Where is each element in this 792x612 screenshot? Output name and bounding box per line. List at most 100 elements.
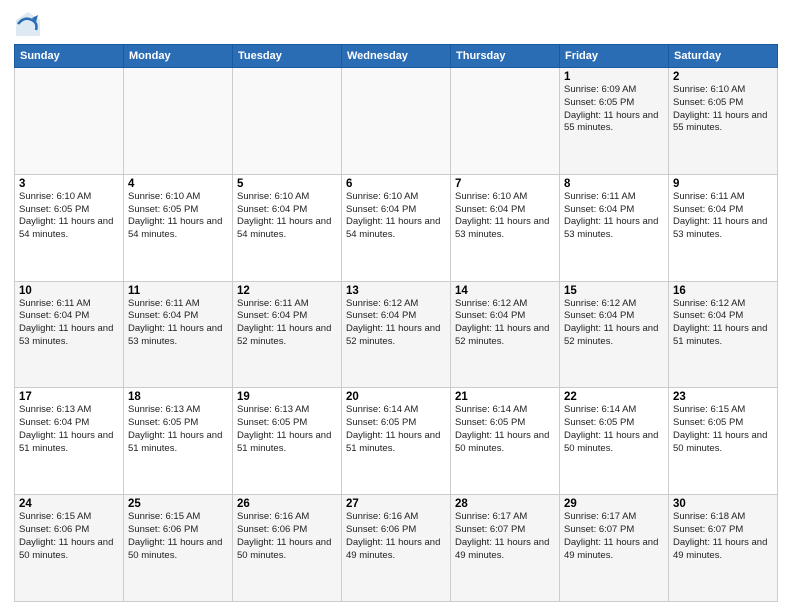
day-cell: 17Sunrise: 6:13 AM Sunset: 6:04 PM Dayli… xyxy=(15,388,124,495)
day-cell: 19Sunrise: 6:13 AM Sunset: 6:05 PM Dayli… xyxy=(233,388,342,495)
day-number: 9 xyxy=(673,178,773,190)
calendar-table: SundayMondayTuesdayWednesdayThursdayFrid… xyxy=(14,44,778,602)
week-row-4: 24Sunrise: 6:15 AM Sunset: 6:06 PM Dayli… xyxy=(15,495,778,602)
day-number: 12 xyxy=(237,285,337,297)
day-cell xyxy=(15,68,124,175)
day-number: 6 xyxy=(346,178,446,190)
day-info: Sunrise: 6:16 AM Sunset: 6:06 PM Dayligh… xyxy=(237,511,337,562)
day-cell: 3Sunrise: 6:10 AM Sunset: 6:05 PM Daylig… xyxy=(15,174,124,281)
day-info: Sunrise: 6:13 AM Sunset: 6:04 PM Dayligh… xyxy=(19,404,119,455)
day-cell: 7Sunrise: 6:10 AM Sunset: 6:04 PM Daylig… xyxy=(451,174,560,281)
day-info: Sunrise: 6:18 AM Sunset: 6:07 PM Dayligh… xyxy=(673,511,773,562)
day-info: Sunrise: 6:11 AM Sunset: 6:04 PM Dayligh… xyxy=(564,191,664,242)
day-cell: 21Sunrise: 6:14 AM Sunset: 6:05 PM Dayli… xyxy=(451,388,560,495)
day-number: 22 xyxy=(564,391,664,403)
day-number: 13 xyxy=(346,285,446,297)
day-info: Sunrise: 6:12 AM Sunset: 6:04 PM Dayligh… xyxy=(564,298,664,349)
day-cell: 16Sunrise: 6:12 AM Sunset: 6:04 PM Dayli… xyxy=(669,281,778,388)
day-number: 7 xyxy=(455,178,555,190)
day-number: 19 xyxy=(237,391,337,403)
day-cell: 2Sunrise: 6:10 AM Sunset: 6:05 PM Daylig… xyxy=(669,68,778,175)
day-cell: 27Sunrise: 6:16 AM Sunset: 6:06 PM Dayli… xyxy=(342,495,451,602)
week-row-0: 1Sunrise: 6:09 AM Sunset: 6:05 PM Daylig… xyxy=(15,68,778,175)
day-info: Sunrise: 6:12 AM Sunset: 6:04 PM Dayligh… xyxy=(455,298,555,349)
day-cell: 12Sunrise: 6:11 AM Sunset: 6:04 PM Dayli… xyxy=(233,281,342,388)
day-number: 14 xyxy=(455,285,555,297)
day-info: Sunrise: 6:14 AM Sunset: 6:05 PM Dayligh… xyxy=(564,404,664,455)
day-cell: 8Sunrise: 6:11 AM Sunset: 6:04 PM Daylig… xyxy=(560,174,669,281)
day-info: Sunrise: 6:11 AM Sunset: 6:04 PM Dayligh… xyxy=(19,298,119,349)
day-number: 21 xyxy=(455,391,555,403)
col-header-friday: Friday xyxy=(560,45,669,68)
calendar-header: SundayMondayTuesdayWednesdayThursdayFrid… xyxy=(15,45,778,68)
day-number: 24 xyxy=(19,498,119,510)
day-cell: 25Sunrise: 6:15 AM Sunset: 6:06 PM Dayli… xyxy=(124,495,233,602)
day-number: 15 xyxy=(564,285,664,297)
day-cell xyxy=(124,68,233,175)
day-info: Sunrise: 6:10 AM Sunset: 6:04 PM Dayligh… xyxy=(237,191,337,242)
day-info: Sunrise: 6:10 AM Sunset: 6:05 PM Dayligh… xyxy=(128,191,228,242)
day-cell: 29Sunrise: 6:17 AM Sunset: 6:07 PM Dayli… xyxy=(560,495,669,602)
col-header-monday: Monday xyxy=(124,45,233,68)
day-cell: 18Sunrise: 6:13 AM Sunset: 6:05 PM Dayli… xyxy=(124,388,233,495)
day-number: 28 xyxy=(455,498,555,510)
week-row-1: 3Sunrise: 6:10 AM Sunset: 6:05 PM Daylig… xyxy=(15,174,778,281)
day-number: 26 xyxy=(237,498,337,510)
day-info: Sunrise: 6:14 AM Sunset: 6:05 PM Dayligh… xyxy=(346,404,446,455)
day-number: 25 xyxy=(128,498,228,510)
day-cell: 1Sunrise: 6:09 AM Sunset: 6:05 PM Daylig… xyxy=(560,68,669,175)
day-info: Sunrise: 6:15 AM Sunset: 6:05 PM Dayligh… xyxy=(673,404,773,455)
day-info: Sunrise: 6:13 AM Sunset: 6:05 PM Dayligh… xyxy=(237,404,337,455)
day-cell: 28Sunrise: 6:17 AM Sunset: 6:07 PM Dayli… xyxy=(451,495,560,602)
day-info: Sunrise: 6:10 AM Sunset: 6:05 PM Dayligh… xyxy=(19,191,119,242)
day-info: Sunrise: 6:10 AM Sunset: 6:05 PM Dayligh… xyxy=(673,84,773,135)
day-cell: 6Sunrise: 6:10 AM Sunset: 6:04 PM Daylig… xyxy=(342,174,451,281)
day-info: Sunrise: 6:12 AM Sunset: 6:04 PM Dayligh… xyxy=(346,298,446,349)
day-number: 27 xyxy=(346,498,446,510)
day-info: Sunrise: 6:15 AM Sunset: 6:06 PM Dayligh… xyxy=(128,511,228,562)
day-number: 10 xyxy=(19,285,119,297)
day-number: 17 xyxy=(19,391,119,403)
header xyxy=(14,10,778,38)
day-info: Sunrise: 6:16 AM Sunset: 6:06 PM Dayligh… xyxy=(346,511,446,562)
day-number: 30 xyxy=(673,498,773,510)
header-row: SundayMondayTuesdayWednesdayThursdayFrid… xyxy=(15,45,778,68)
day-number: 2 xyxy=(673,71,773,83)
day-number: 18 xyxy=(128,391,228,403)
day-cell: 15Sunrise: 6:12 AM Sunset: 6:04 PM Dayli… xyxy=(560,281,669,388)
day-info: Sunrise: 6:15 AM Sunset: 6:06 PM Dayligh… xyxy=(19,511,119,562)
calendar-body: 1Sunrise: 6:09 AM Sunset: 6:05 PM Daylig… xyxy=(15,68,778,602)
day-info: Sunrise: 6:14 AM Sunset: 6:05 PM Dayligh… xyxy=(455,404,555,455)
day-number: 29 xyxy=(564,498,664,510)
day-info: Sunrise: 6:17 AM Sunset: 6:07 PM Dayligh… xyxy=(564,511,664,562)
day-info: Sunrise: 6:10 AM Sunset: 6:04 PM Dayligh… xyxy=(455,191,555,242)
day-cell: 14Sunrise: 6:12 AM Sunset: 6:04 PM Dayli… xyxy=(451,281,560,388)
day-number: 11 xyxy=(128,285,228,297)
week-row-3: 17Sunrise: 6:13 AM Sunset: 6:04 PM Dayli… xyxy=(15,388,778,495)
day-cell xyxy=(342,68,451,175)
week-row-2: 10Sunrise: 6:11 AM Sunset: 6:04 PM Dayli… xyxy=(15,281,778,388)
day-cell: 9Sunrise: 6:11 AM Sunset: 6:04 PM Daylig… xyxy=(669,174,778,281)
day-number: 3 xyxy=(19,178,119,190)
day-cell: 22Sunrise: 6:14 AM Sunset: 6:05 PM Dayli… xyxy=(560,388,669,495)
day-cell: 11Sunrise: 6:11 AM Sunset: 6:04 PM Dayli… xyxy=(124,281,233,388)
day-cell: 13Sunrise: 6:12 AM Sunset: 6:04 PM Dayli… xyxy=(342,281,451,388)
logo xyxy=(14,10,46,38)
day-cell: 5Sunrise: 6:10 AM Sunset: 6:04 PM Daylig… xyxy=(233,174,342,281)
day-cell: 24Sunrise: 6:15 AM Sunset: 6:06 PM Dayli… xyxy=(15,495,124,602)
day-cell: 20Sunrise: 6:14 AM Sunset: 6:05 PM Dayli… xyxy=(342,388,451,495)
day-number: 1 xyxy=(564,71,664,83)
day-cell: 4Sunrise: 6:10 AM Sunset: 6:05 PM Daylig… xyxy=(124,174,233,281)
day-number: 23 xyxy=(673,391,773,403)
day-info: Sunrise: 6:11 AM Sunset: 6:04 PM Dayligh… xyxy=(237,298,337,349)
day-cell xyxy=(233,68,342,175)
col-header-tuesday: Tuesday xyxy=(233,45,342,68)
day-cell xyxy=(451,68,560,175)
day-cell: 10Sunrise: 6:11 AM Sunset: 6:04 PM Dayli… xyxy=(15,281,124,388)
day-info: Sunrise: 6:17 AM Sunset: 6:07 PM Dayligh… xyxy=(455,511,555,562)
day-info: Sunrise: 6:09 AM Sunset: 6:05 PM Dayligh… xyxy=(564,84,664,135)
col-header-saturday: Saturday xyxy=(669,45,778,68)
day-number: 4 xyxy=(128,178,228,190)
day-number: 20 xyxy=(346,391,446,403)
day-number: 16 xyxy=(673,285,773,297)
